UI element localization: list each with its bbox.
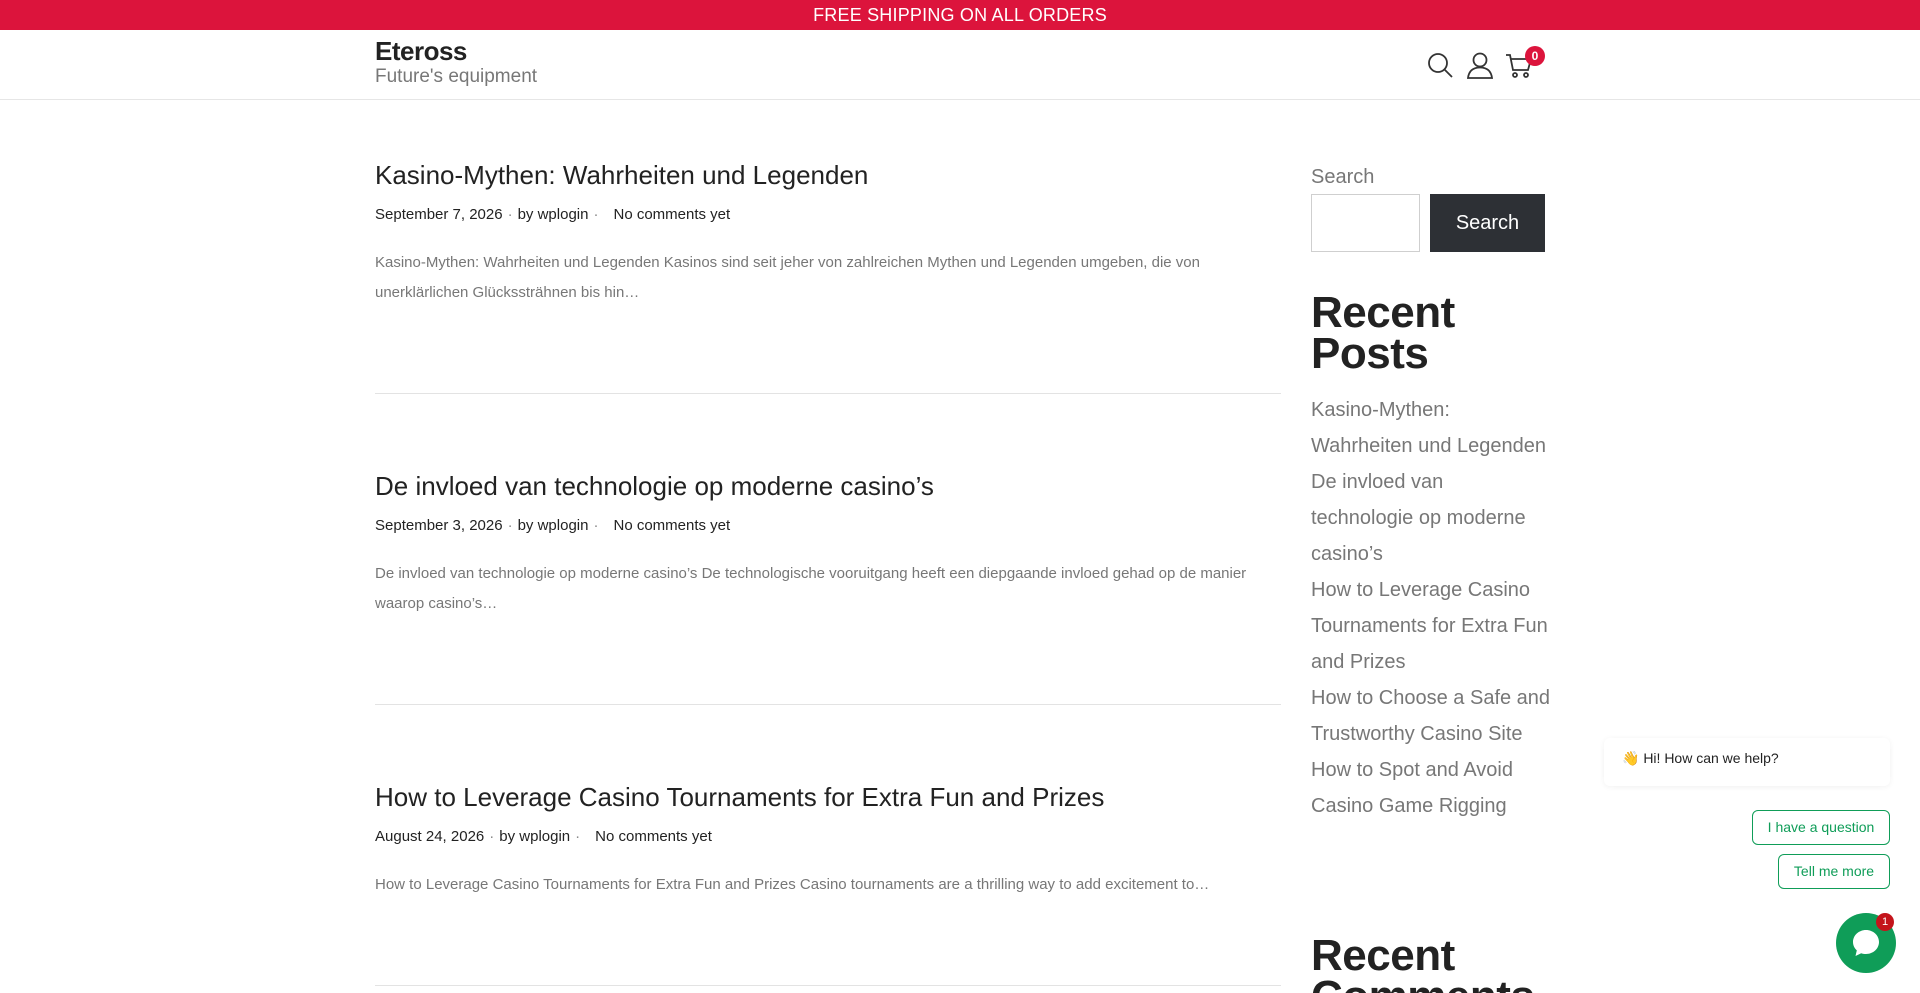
- recent-post-link[interactable]: How to Leverage Casino Tournaments for E…: [1311, 572, 1551, 680]
- post-divider: [375, 393, 1281, 394]
- post-date[interactable]: September 7, 2026: [375, 206, 503, 223]
- post-meta: September 7, 2026 · by wplogin · No comments…: [375, 206, 730, 223]
- post-title[interactable]: Kasino-Mythen: Wahrheiten und Legenden: [375, 158, 1281, 192]
- recent-post-link[interactable]: How to Choose a Safe and Trustworthy Cas…: [1311, 680, 1551, 752]
- chat-option-tell-more[interactable]: Tell me more: [1778, 854, 1890, 889]
- meta-separator: ·: [593, 206, 599, 223]
- post-title[interactable]: How to Leverage Casino Tournaments for E…: [375, 780, 1281, 814]
- recent-post-link[interactable]: How to Spot and Avoid Casino Game Riggin…: [1311, 752, 1551, 824]
- recent-comments-heading: Recent Comments: [1311, 931, 1535, 993]
- search-icon[interactable]: [1425, 50, 1455, 80]
- site-title[interactable]: Eteross: [375, 36, 467, 67]
- recent-post-link[interactable]: De invloed van technologie op moderne ca…: [1311, 464, 1551, 572]
- post-author[interactable]: by wplogin: [518, 517, 589, 534]
- post-author[interactable]: by wplogin: [499, 828, 570, 845]
- chat-greeting-bubble: 👋 Hi! How can we help?: [1604, 738, 1890, 786]
- cart-count-badge: 0: [1525, 46, 1545, 66]
- post-meta: September 3, 2026 · by wplogin · No comments…: [375, 517, 730, 534]
- post-excerpt: How to Leverage Casino Tournaments for E…: [375, 876, 1210, 893]
- post-item: De invloed van technologie op moderne ca…: [375, 469, 1281, 612]
- meta-separator: ·: [593, 517, 599, 534]
- user-icon[interactable]: [1465, 50, 1495, 80]
- sidebar-search-input[interactable]: [1311, 194, 1420, 252]
- post-divider: [375, 985, 1281, 986]
- post-excerpt: De invloed van technologie op moderne ca…: [375, 565, 1247, 612]
- recent-posts-heading: Recent Posts: [1311, 288, 1455, 378]
- announcement-text: FREE SHIPPING ON ALL ORDERS: [813, 5, 1107, 25]
- sidebar-search-label: Search: [1311, 166, 1375, 188]
- post-excerpt: Kasino-Mythen: Wahrheiten und Legenden K…: [375, 254, 1200, 301]
- meta-separator: ·: [575, 828, 581, 845]
- post-date[interactable]: August 24, 2026: [375, 828, 484, 845]
- chat-greeting: 👋 Hi! How can we help?: [1622, 750, 1779, 766]
- post-author[interactable]: by wplogin: [518, 206, 589, 223]
- recent-post-link[interactable]: Kasino-Mythen: Wahrheiten und Legenden: [1311, 392, 1551, 464]
- post-divider: [375, 704, 1281, 705]
- post-comments[interactable]: No comments yet: [595, 828, 712, 845]
- post-item: Kasino-Mythen: Wahrheiten und Legenden S…: [375, 158, 1281, 301]
- meta-separator: ·: [489, 828, 495, 845]
- post-meta: August 24, 2026 · by wplogin · No comments y…: [375, 828, 712, 845]
- post-title[interactable]: De invloed van technologie op moderne ca…: [375, 469, 1281, 503]
- post-item: How to Leverage Casino Tournaments for E…: [375, 780, 1281, 893]
- site-tagline: Future's equipment: [375, 66, 538, 87]
- chat-notification-badge: 1: [1876, 913, 1894, 931]
- chat-option-question[interactable]: I have a question: [1752, 810, 1890, 845]
- announcement-bar: FREE SHIPPING ON ALL ORDERS: [0, 0, 1920, 30]
- recent-posts-list: Kasino-Mythen: Wahrheiten und Legenden D…: [1311, 392, 1551, 824]
- meta-separator: ·: [507, 517, 513, 534]
- post-date[interactable]: September 3, 2026: [375, 517, 503, 534]
- post-comments[interactable]: No comments yet: [613, 206, 730, 223]
- post-comments[interactable]: No comments yet: [613, 517, 730, 534]
- sidebar-search-button[interactable]: Search: [1430, 194, 1545, 252]
- meta-separator: ·: [507, 206, 513, 223]
- site-header: Eteross Future's equipment 0: [0, 30, 1920, 100]
- chat-bubble-icon: [1853, 930, 1879, 956]
